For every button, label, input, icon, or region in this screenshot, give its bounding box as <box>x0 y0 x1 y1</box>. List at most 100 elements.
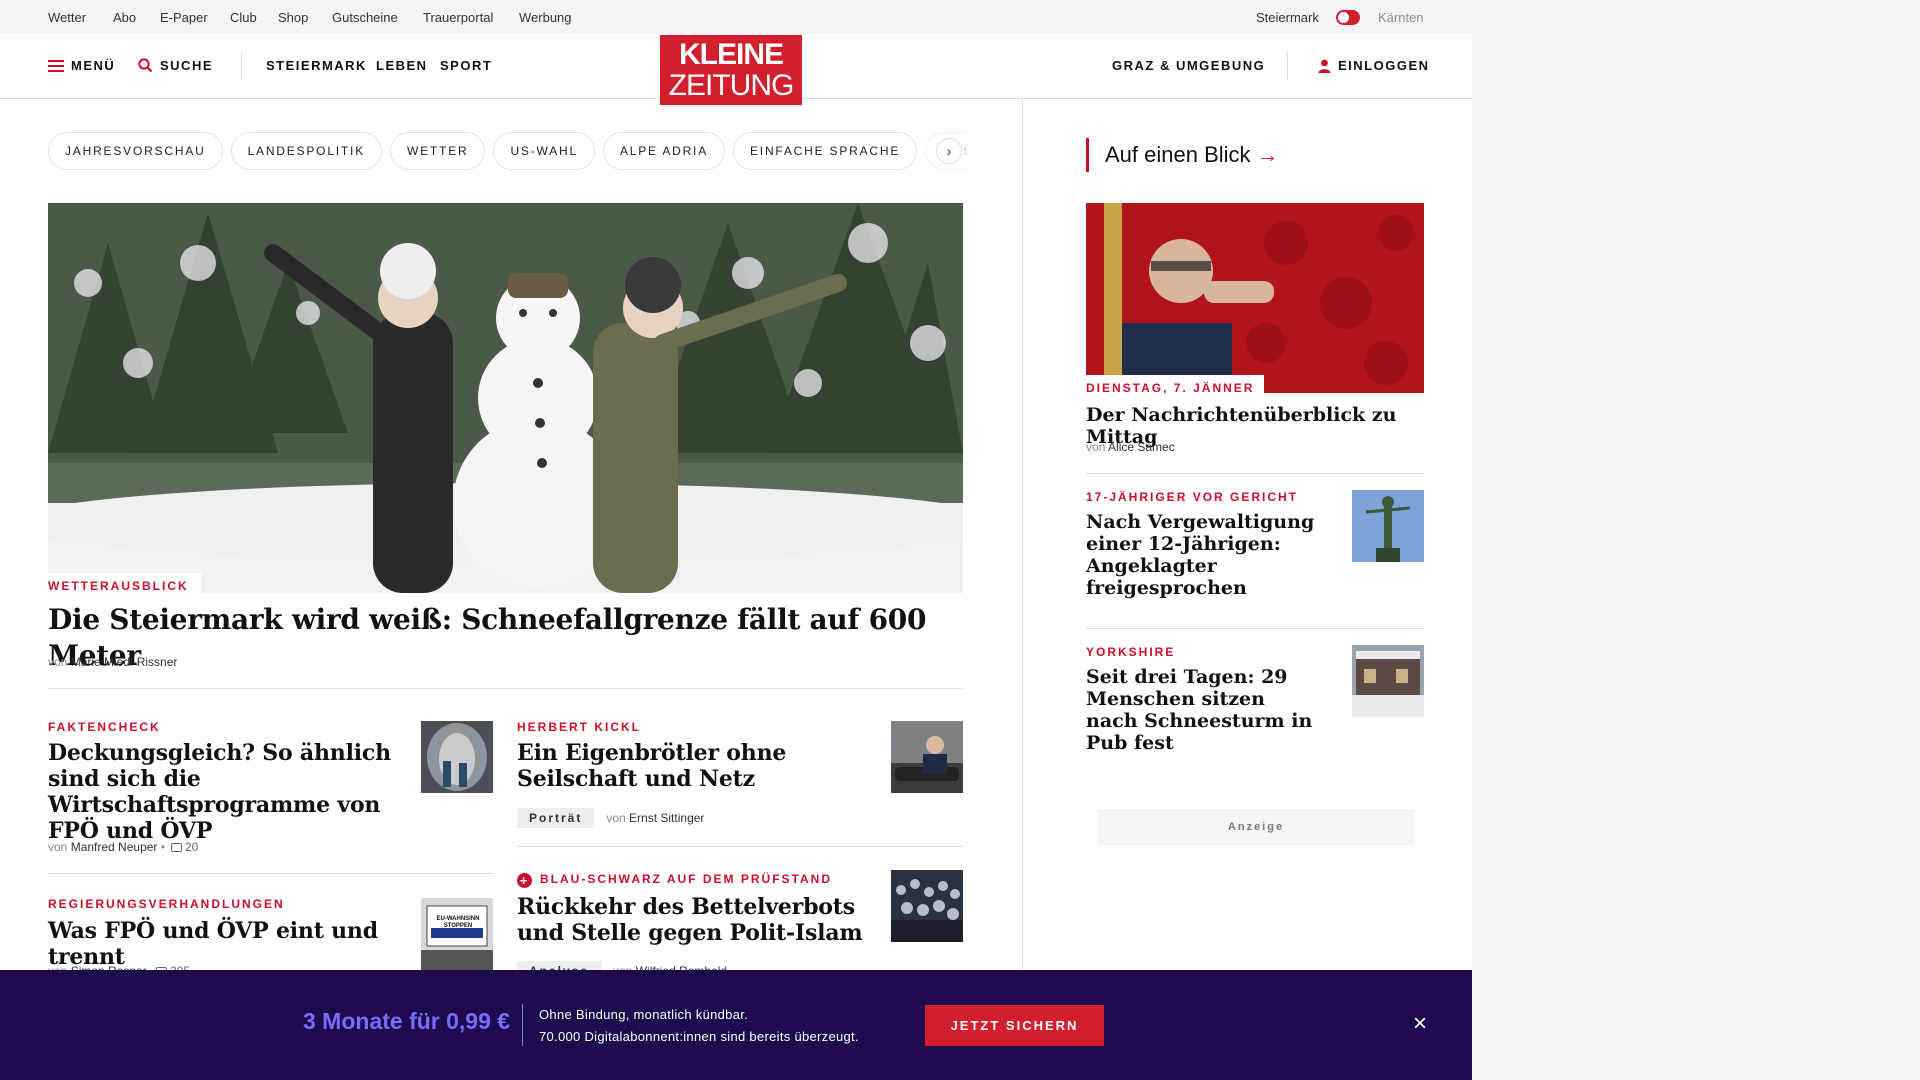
region-kaernten[interactable]: Kärnten <box>1378 10 1424 25</box>
menu-button[interactable]: Menü <box>48 58 115 73</box>
nav-leben[interactable]: Leben <box>376 58 428 73</box>
sidebar-title[interactable]: Seit drei Tagen: 29 Menschen sitzen nach… <box>1086 666 1316 754</box>
byline-author[interactable]: Manfred Neuper <box>71 840 158 854</box>
article-kicker: Regierungsverhandlungen <box>48 897 285 911</box>
logo-line-1: KLEINE <box>678 38 784 71</box>
byline-dot: • <box>160 840 165 854</box>
arrow-right-icon: → <box>1256 142 1279 167</box>
page-background-gutter <box>1472 0 1920 1080</box>
nav-graz-umgebung[interactable]: Graz & Umgebung <box>1112 58 1265 73</box>
chevron-right-icon[interactable]: › <box>936 138 962 164</box>
byline-author[interactable]: Marie Miedl-Rissner <box>71 655 178 669</box>
byline-author[interactable]: Alice Samec <box>1108 440 1175 454</box>
search-icon <box>138 58 153 73</box>
sidebar-divider <box>1086 473 1424 474</box>
site: Wetter Abo E-Paper Club Shop Gutscheine … <box>0 0 1472 1080</box>
header-divider <box>241 52 242 80</box>
section-divider <box>48 688 963 689</box>
sidebar-title[interactable]: Nach Vergewaltigung einer 12-Jährigen: A… <box>1086 511 1316 599</box>
article-byline: von Manfred Neuper • 20 <box>48 840 198 854</box>
byline-author[interactable]: Ernst Sittinger <box>629 811 704 825</box>
article-title[interactable]: Was FPÖ und ÖVP eint und trennt <box>48 918 418 970</box>
nav-sport[interactable]: Sport <box>440 58 492 73</box>
topic-pill[interactable]: Jahresvorschau <box>48 132 223 170</box>
comment-icon <box>170 843 182 852</box>
login-button[interactable]: Einloggen <box>1318 58 1430 73</box>
hero-kicker: Wetterausblick <box>48 573 201 597</box>
login-label: Einloggen <box>1338 58 1430 73</box>
promo-text: Ohne Bindung, monatlich kündbar. 70.000 … <box>539 1004 859 1048</box>
article-tag: Porträt <box>517 808 595 828</box>
utility-link-abo[interactable]: Abo <box>113 10 136 25</box>
sidebar-lead-image[interactable] <box>1086 203 1424 393</box>
article-kicker-label: Blau-Schwarz auf dem Prüfstand <box>540 872 832 886</box>
column-divider <box>1022 99 1023 999</box>
topic-pill[interactable]: Alpe Adria <box>602 132 725 170</box>
header-divider <box>1287 52 1288 80</box>
article-title[interactable]: Ein Eigenbrötler ohne Seilschaft und Net… <box>517 740 857 792</box>
article-kicker: + Blau-Schwarz auf dem Prüfstand <box>517 872 832 888</box>
article-thumbnail[interactable] <box>421 721 493 793</box>
topic-pill[interactable]: Einfache Sprache <box>733 132 918 170</box>
region-toggle[interactable] <box>1336 10 1360 25</box>
promo-offer: 3 Monate für 0,99 € <box>303 1008 511 1034</box>
topic-pill[interactable]: Landespolitik <box>230 132 382 170</box>
utility-link-shop[interactable]: Shop <box>278 10 308 25</box>
utility-link-trauerportal[interactable]: Trauerportal <box>423 10 493 25</box>
article-divider <box>48 873 493 874</box>
ad-label: Anzeige <box>1098 809 1414 845</box>
utility-link-epaper[interactable]: E-Paper <box>160 10 208 25</box>
sidebar-kicker: 17-Jähriger vor Gericht <box>1086 490 1299 504</box>
byline-von: von <box>48 655 68 669</box>
utility-link-club[interactable]: Club <box>230 10 257 25</box>
sidebar-heading-label: Auf einen Blick <box>1105 142 1251 167</box>
sidebar-divider <box>1086 628 1424 629</box>
topic-pill[interactable]: Wetter <box>390 132 486 170</box>
subscription-banner: 3 Monate für 0,99 € Ohne Bindung, monatl… <box>0 970 1472 1080</box>
page: Wetter Abo E-Paper Club Shop Gutscheine … <box>0 0 1920 1080</box>
close-icon[interactable]: × <box>1408 1012 1432 1037</box>
utility-bar: Wetter Abo E-Paper Club Shop Gutscheine … <box>0 0 1472 34</box>
region-steiermark[interactable]: Steiermark <box>1256 10 1319 25</box>
user-icon <box>1318 59 1331 73</box>
search-button[interactable]: Suche <box>138 58 213 73</box>
promo-line-1: Ohne Bindung, monatlich kündbar. <box>539 1007 749 1022</box>
sidebar-kicker: Dienstag, 7. Jänner <box>1086 375 1265 398</box>
sidebar-thumbnail[interactable] <box>1352 490 1424 562</box>
topic-pill[interactable]: US-Wahl <box>493 132 595 170</box>
hero-byline: von Marie Miedl-Rissner <box>48 655 177 669</box>
hero-title[interactable]: Die Steiermark wird weiß: Schneefallgren… <box>48 602 963 674</box>
article-kicker: Herbert Kickl <box>517 720 641 734</box>
article-title[interactable]: Deckungsgleich? So ähnlich sind sich die… <box>48 740 408 844</box>
byline-von: von <box>1086 440 1106 454</box>
utility-link-wetter[interactable]: Wetter <box>48 10 86 25</box>
site-logo[interactable]: KLEINE ZEITUNG <box>660 35 802 105</box>
article-kicker: Faktencheck <box>48 720 161 734</box>
article-thumbnail[interactable] <box>891 870 963 942</box>
sidebar-thumbnail[interactable] <box>1352 645 1424 717</box>
promo-divider <box>522 1004 523 1046</box>
hamburger-icon <box>48 59 64 72</box>
sidebar-heading[interactable]: Auf einen Blick → <box>1086 138 1279 172</box>
thumbnail-poster-text: EU-WAHNSINN STOPPEN <box>436 916 480 929</box>
utility-link-gutscheine[interactable]: Gutscheine <box>332 10 398 25</box>
article-thumbnail[interactable]: EU-WAHNSINN STOPPEN <box>421 898 493 970</box>
menu-label: Menü <box>71 58 116 73</box>
sidebar-byline: von Alice Samec <box>1086 440 1175 454</box>
comment-count[interactable]: 20 <box>185 840 198 854</box>
promo-line-2: 70.000 Digitalabonnent:innen sind bereit… <box>539 1029 859 1044</box>
byline-von: von <box>48 840 68 854</box>
logo-line-2: ZEITUNG <box>668 69 795 102</box>
topic-pills: Jahresvorschau Landespolitik Wetter US-W… <box>48 132 966 172</box>
hero-image[interactable] <box>48 203 963 593</box>
article-title[interactable]: Rückkehr des Bettelverbots und Stelle ge… <box>517 894 877 946</box>
utility-link-werbung[interactable]: Werbung <box>519 10 572 25</box>
article-divider <box>517 846 963 847</box>
article-thumbnail[interactable] <box>891 721 963 793</box>
sidebar-kicker: Yorkshire <box>1086 645 1176 659</box>
nav-steiermark[interactable]: Steiermark <box>266 58 367 73</box>
plus-icon: + <box>517 873 532 888</box>
search-label: Suche <box>160 58 214 73</box>
subscribe-button[interactable]: Jetzt sichern <box>925 1005 1104 1046</box>
byline-von: von <box>606 811 626 825</box>
